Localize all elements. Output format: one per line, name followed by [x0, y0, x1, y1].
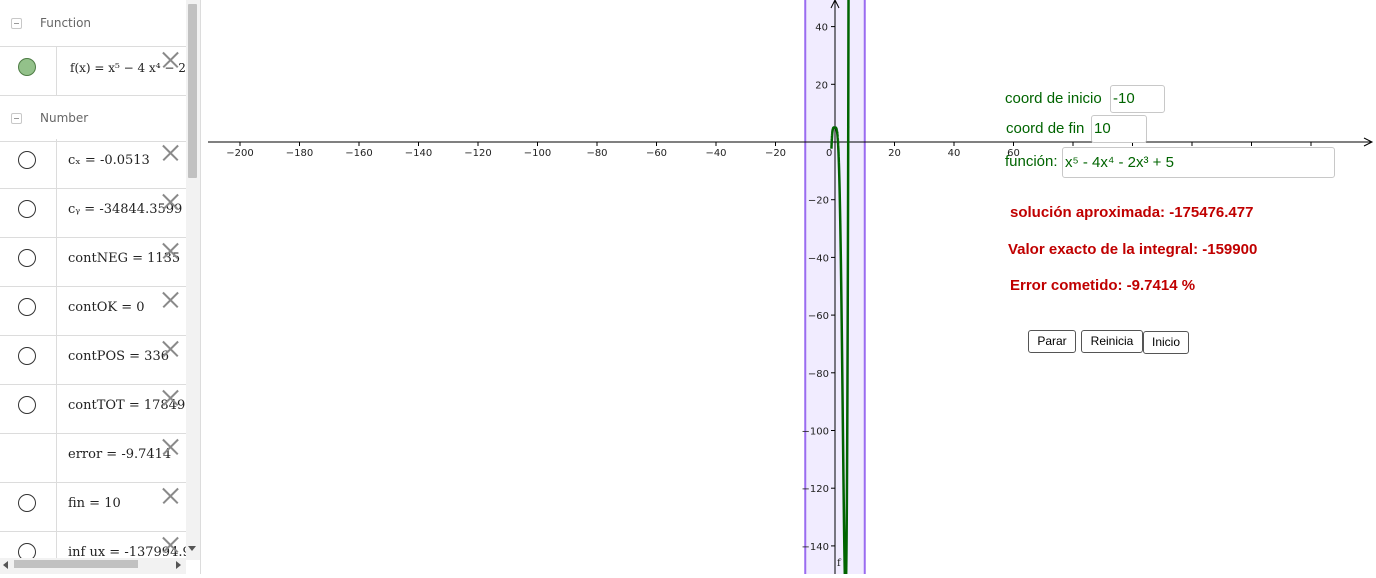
number-section-header[interactable]: Number [0, 95, 186, 142]
x-tick-label: −80 [586, 148, 607, 159]
visibility-toggle-icon[interactable] [18, 200, 36, 218]
delete-icon[interactable] [162, 488, 178, 504]
x-tick-label: −20 [765, 148, 786, 159]
delete-icon[interactable] [162, 439, 178, 455]
plot-canvas[interactable]: −200 −180 −160 −140 −120 −100 −80 −60 −40 −20 0 20 4… [201, 0, 1376, 578]
algebra-row-cy[interactable]: cᵧ = -34844.3599 [0, 188, 186, 238]
marker-cell [0, 433, 57, 482]
algebra-row-contOK[interactable]: contOK = 0 [0, 286, 186, 336]
marker-cell [0, 384, 57, 433]
marker-cell [0, 482, 57, 531]
inicio-button[interactable]: Inicio [1143, 331, 1189, 354]
visibility-toggle-icon[interactable] [18, 347, 36, 365]
fin-label: coord de fin [1006, 120, 1085, 137]
x-tick-label: −100 [524, 148, 551, 159]
algebra-row-function[interactable]: f(x) = x⁵ − 4 x⁴ − 2 [0, 46, 186, 96]
delete-icon[interactable] [162, 537, 178, 553]
visibility-toggle-icon[interactable] [18, 58, 36, 76]
section-label-number: Number [40, 111, 89, 125]
inicio-input[interactable]: -10 [1110, 85, 1165, 113]
function-section-header[interactable]: Function [0, 0, 186, 47]
algebra-view: Function f(x) = x⁵ − 4 x⁴ − 2 Number cₓ … [0, 0, 201, 574]
x-tick-label: 40 [948, 148, 961, 159]
horizontal-scroll-thumb[interactable] [14, 560, 138, 568]
vertical-scroll-thumb[interactable] [188, 4, 197, 178]
section-label-function: Function [40, 16, 92, 30]
y-tick-label: −80 [808, 369, 829, 380]
y-tick-label: −20 [808, 196, 829, 207]
algebra-row-fin[interactable]: fin = 10 [0, 482, 186, 532]
reinicia-button[interactable]: Reinicia [1081, 330, 1143, 353]
graphics-view[interactable]: −200 −180 −160 −140 −120 −100 −80 −60 −40 −20 0 20 4… [201, 0, 1376, 578]
visibility-toggle-icon[interactable] [18, 249, 36, 267]
visibility-toggle-icon[interactable] [18, 396, 36, 414]
approx-solution-text: solución aproximada: -175476.477 [1010, 204, 1254, 221]
delete-icon[interactable] [162, 52, 178, 68]
marker-cell [0, 188, 57, 237]
algebra-row-error[interactable]: error = -9.7414 [0, 433, 186, 483]
algebra-row-cx[interactable]: cₓ = -0.0513 [0, 139, 186, 189]
x-tick-label: −200 [226, 148, 253, 159]
parar-button[interactable]: Parar [1028, 330, 1076, 353]
scroll-down-arrow-icon[interactable] [188, 546, 196, 551]
marker-cell [0, 139, 57, 188]
delete-icon[interactable] [162, 194, 178, 210]
visibility-toggle-icon[interactable] [18, 298, 36, 316]
algebra-row-contTOT[interactable]: contTOT = 17849 [0, 384, 186, 434]
marker-cell [0, 237, 57, 286]
y-tick-label: −100 [802, 427, 829, 438]
exact-integral-text: Valor exacto de la integral: -159900 [1008, 241, 1258, 258]
y-tick-label: 20 [815, 80, 828, 91]
marker-cell [0, 335, 57, 384]
y-tick-label: −120 [802, 484, 829, 495]
y-tick-label: 40 [815, 23, 828, 34]
algebra-row-contPOS[interactable]: contPOS = 336 [0, 335, 186, 385]
funcion-input[interactable]: x⁵ - 4x⁴ - 2x³ + 5 [1062, 147, 1335, 178]
error-text: Error cometido: -9.7414 % [1010, 277, 1196, 294]
x-tick-label: −180 [286, 148, 313, 159]
delete-icon[interactable] [162, 341, 178, 357]
x-tick-label: −160 [345, 148, 372, 159]
x-tick-label: −60 [646, 148, 667, 159]
x-tick-label: −120 [464, 148, 491, 159]
funcion-label: función: [1005, 153, 1058, 170]
delete-icon[interactable] [162, 292, 178, 308]
delete-icon[interactable] [162, 145, 178, 161]
x-tick-label: −140 [405, 148, 432, 159]
inicio-label: coord de inicio [1005, 90, 1102, 107]
y-tick-label: −140 [802, 542, 829, 553]
x-tick-label: −40 [705, 148, 726, 159]
scroll-left-arrow-icon[interactable] [3, 561, 8, 569]
delete-icon[interactable] [162, 390, 178, 406]
delete-icon[interactable] [162, 243, 178, 259]
collapse-icon[interactable] [11, 113, 22, 124]
visibility-toggle-icon[interactable] [18, 494, 36, 512]
y-tick-label: −40 [808, 253, 829, 264]
collapse-icon[interactable] [11, 18, 22, 29]
marker-cell [0, 46, 57, 95]
x-tick-label: 20 [888, 148, 901, 159]
scroll-right-arrow-icon[interactable] [176, 561, 181, 569]
marker-cell [0, 286, 57, 335]
y-tick-label: −60 [808, 311, 829, 322]
x-tick-label: 0 [826, 148, 832, 159]
fin-input[interactable]: 10 [1091, 115, 1147, 143]
algebra-row-contNEG[interactable]: contNEG = 1135 [0, 237, 186, 287]
visibility-toggle-icon[interactable] [18, 151, 36, 169]
